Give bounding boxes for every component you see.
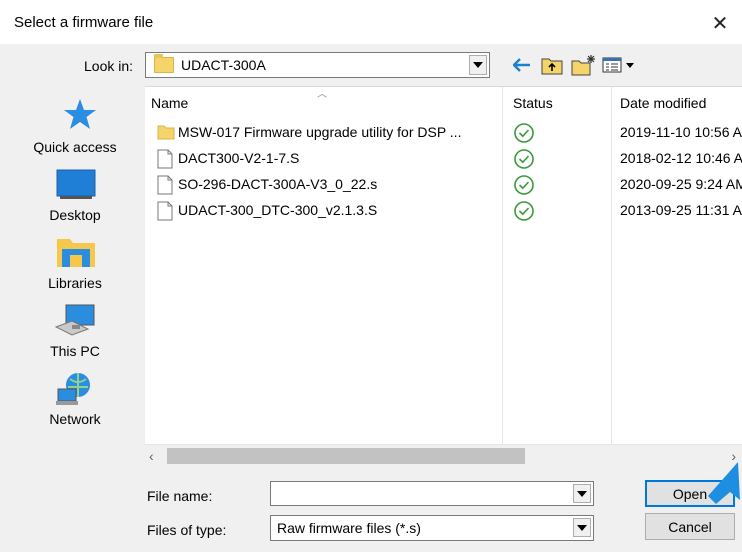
back-arrow-icon[interactable] <box>512 54 532 76</box>
file-type-label: Files of type: <box>147 522 227 538</box>
file-icon <box>157 201 173 221</box>
place-label: Desktop <box>49 207 101 223</box>
pointer-arrow-icon <box>708 462 740 504</box>
synced-check-icon <box>514 175 534 195</box>
synced-check-icon <box>514 149 534 169</box>
close-button[interactable]: ✕ <box>702 6 738 40</box>
chevron-down-icon <box>577 490 587 497</box>
file-list[interactable]: ︿ Name Status Date modified MSW-017 Firm… <box>145 86 742 466</box>
file-name-input[interactable] <box>270 481 594 506</box>
sort-ascending-icon: ︿ <box>317 89 327 100</box>
place-label: Network <box>49 411 101 427</box>
place-label: Libraries <box>48 275 102 291</box>
this-pc-icon <box>54 304 95 336</box>
desktop-icon <box>56 169 96 199</box>
title-bar: Select a firmware file ✕ <box>0 0 742 44</box>
file-name: DACT300-V2-1-7.S <box>178 150 300 166</box>
file-date: 2018-02-12 10:46 AM <box>620 150 742 166</box>
chevron-down-icon <box>473 62 483 68</box>
new-folder-icon[interactable] <box>571 54 597 76</box>
place-this-pc[interactable]: This PC <box>10 304 140 369</box>
quick-access-star-icon <box>64 99 96 129</box>
file-name-label: File name: <box>147 488 213 504</box>
look-in-dropdown-arrow[interactable] <box>469 55 487 75</box>
scroll-thumb[interactable] <box>167 448 525 464</box>
folder-icon <box>157 125 175 140</box>
column-header-date[interactable]: Date modified <box>620 95 706 111</box>
file-type-select[interactable]: Raw firmware files (*.s) <box>270 515 594 541</box>
file-date: 2019-11-10 10:56 AM <box>620 124 742 140</box>
chevron-down-icon <box>577 524 587 531</box>
scroll-left-button[interactable]: ‹ <box>149 448 163 464</box>
synced-check-icon <box>514 123 534 143</box>
places-bar: Quick access Desktop Libraries This PC N… <box>10 85 140 465</box>
file-name-dropdown-arrow[interactable] <box>573 484 591 503</box>
column-header-name[interactable]: Name <box>151 95 188 111</box>
file-row[interactable]: SO-296-DACT-300A-V3_0_22.s 2020-09-25 9:… <box>145 173 742 197</box>
views-menu-icon[interactable] <box>602 54 638 76</box>
up-folder-icon[interactable] <box>541 54 563 76</box>
place-network[interactable]: Network <box>10 373 140 437</box>
file-date: 2013-09-25 11:31 AM <box>620 202 742 218</box>
look-in-value: UDACT-300A <box>181 57 266 73</box>
file-row[interactable]: MSW-017 Firmware upgrade utility for DSP… <box>145 121 742 145</box>
file-name: UDACT-300_DTC-300_v2.1.3.S <box>178 202 378 218</box>
libraries-icon <box>57 239 95 267</box>
place-label: This PC <box>50 343 100 359</box>
network-icon <box>56 373 90 405</box>
file-name: MSW-017 Firmware upgrade utility for DSP… <box>178 124 462 140</box>
file-type-dropdown-arrow[interactable] <box>573 518 591 537</box>
dialog-title: Select a firmware file <box>14 14 154 31</box>
file-icon <box>157 149 173 169</box>
file-name: SO-296-DACT-300A-V3_0_22.s <box>178 176 378 192</box>
place-label: Quick access <box>33 139 117 155</box>
file-row[interactable]: UDACT-300_DTC-300_v2.1.3.S 2013-09-25 11… <box>145 199 742 223</box>
file-icon <box>157 175 173 195</box>
file-row[interactable]: DACT300-V2-1-7.S 2018-02-12 10:46 AM <box>145 147 742 171</box>
file-type-value: Raw firmware files (*.s) <box>277 520 421 536</box>
look-in-dropdown[interactable]: UDACT-300A <box>145 52 490 78</box>
cancel-button[interactable]: Cancel <box>645 513 735 540</box>
file-date: 2020-09-25 9:24 AM <box>620 176 742 192</box>
place-quick-access[interactable]: Quick access <box>10 95 140 159</box>
look-in-label: Look in: <box>84 58 134 74</box>
synced-check-icon <box>514 201 534 221</box>
place-libraries[interactable]: Libraries <box>10 237 140 301</box>
horizontal-scrollbar[interactable]: ‹ › <box>145 444 742 466</box>
folder-icon <box>154 54 174 73</box>
place-desktop[interactable]: Desktop <box>10 169 140 233</box>
column-header-status[interactable]: Status <box>513 95 553 111</box>
